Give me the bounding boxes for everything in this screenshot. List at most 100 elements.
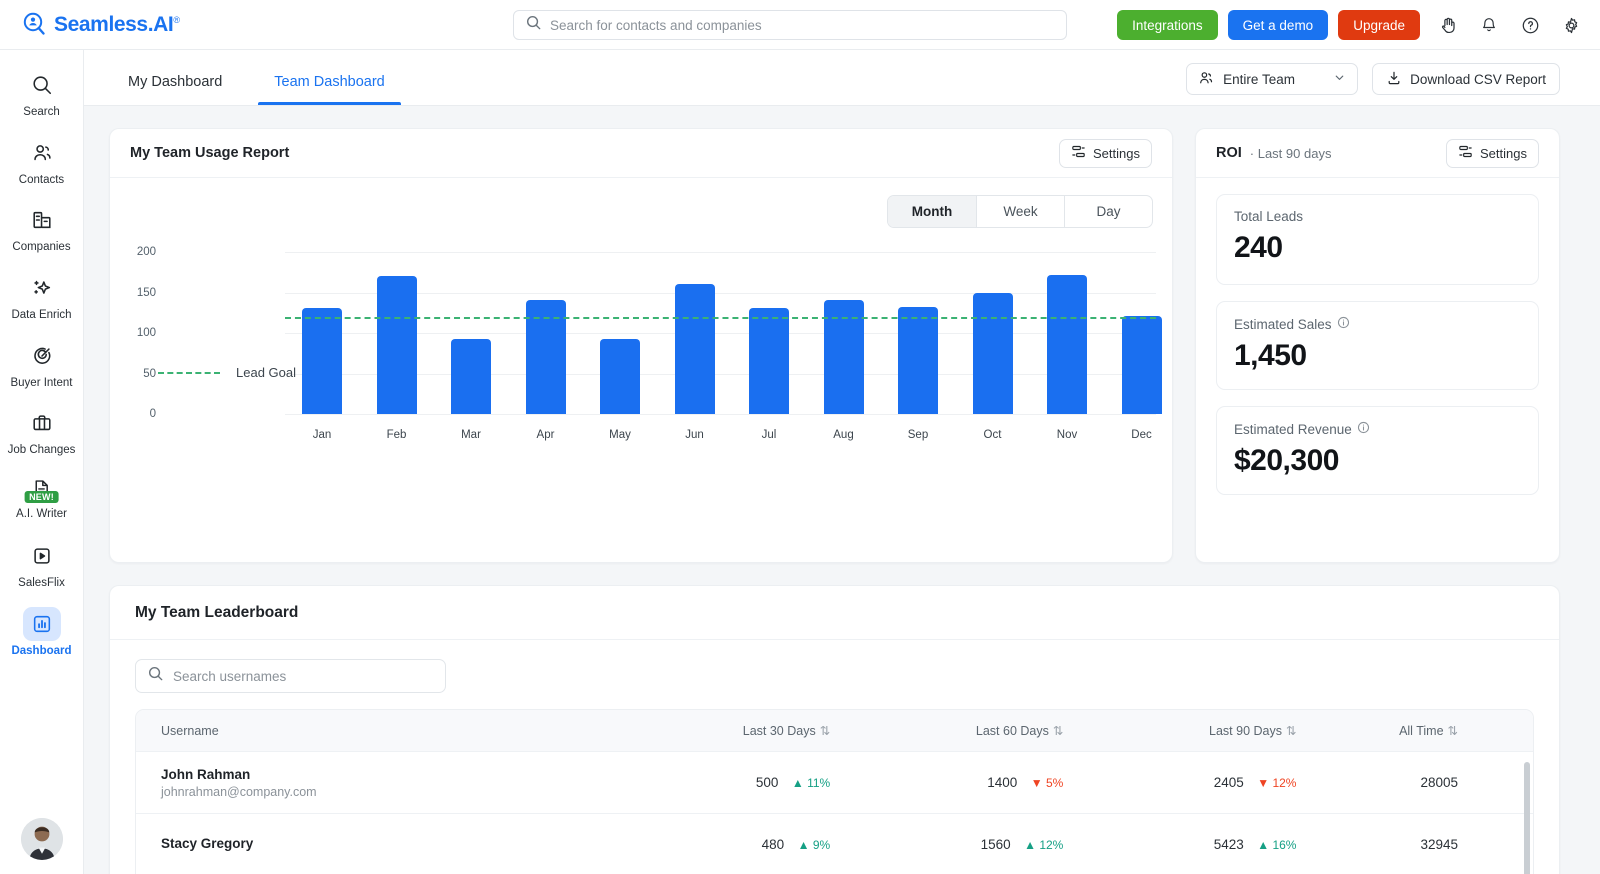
- sort-icon: ⇅: [1448, 724, 1458, 738]
- user-name: John Rahman: [161, 767, 627, 782]
- gear-icon[interactable]: [1558, 12, 1584, 38]
- brand-name: Seamless.AI®: [54, 13, 180, 37]
- tab-team-dashboard[interactable]: Team Dashboard: [268, 74, 390, 105]
- sidebar-item-label: Contacts: [19, 174, 64, 187]
- y-axis-tick: 50: [118, 368, 156, 380]
- sidebar-item-job-changes[interactable]: Job Changes: [0, 406, 84, 457]
- chevron-down-icon: [1333, 71, 1346, 87]
- briefcase-icon: [23, 406, 61, 440]
- sidebar-item-buyer-intent[interactable]: Buyer Intent: [0, 339, 84, 390]
- chart-gridline: [285, 414, 1156, 415]
- roi-tile-estimated-sales: Estimated Sales 1,450: [1216, 301, 1539, 390]
- chart-bar[interactable]: [451, 339, 491, 414]
- help-circle-icon[interactable]: [1517, 12, 1543, 38]
- hand-icon[interactable]: [1435, 12, 1461, 38]
- leaderboard-title: My Team Leaderboard: [135, 604, 298, 622]
- x-axis-tick: Jun: [660, 429, 730, 441]
- delta-down: ▼ 5%: [1031, 776, 1064, 790]
- table-row[interactable]: John Rahman johnrahman@company.com 500 ▲…: [136, 752, 1533, 814]
- column-last-30-days[interactable]: Last 30 Days⇅: [627, 710, 865, 752]
- leaderboard-table: Username Last 30 Days⇅ Last 60 Days⇅ Las…: [136, 710, 1533, 874]
- leaderboard-header: My Team Leaderboard: [110, 586, 1559, 640]
- top-header: Seamless.AI® Integrations Get a demo Upg…: [0, 0, 1600, 50]
- column-last-90-days[interactable]: Last 90 Days⇅: [1098, 710, 1336, 752]
- download-csv-button[interactable]: Download CSV Report: [1372, 63, 1560, 95]
- app-logo[interactable]: Seamless.AI®: [0, 12, 420, 37]
- cell-last-60-days: 1560 ▲ 12%: [865, 814, 1098, 874]
- table-row[interactable]: Stacy Gregory 480 ▲ 9% 1560 ▲ 12% 542: [136, 814, 1533, 874]
- sidebar-item-contacts[interactable]: Contacts: [0, 136, 84, 187]
- chart-gridline: [285, 252, 1156, 253]
- username-search-input[interactable]: [173, 669, 433, 684]
- chart-bar[interactable]: [600, 339, 640, 414]
- roi-tile-estimated-revenue: Estimated Revenue $20,300: [1216, 406, 1539, 495]
- integrations-button[interactable]: Integrations: [1117, 10, 1218, 40]
- table-body: John Rahman johnrahman@company.com 500 ▲…: [136, 752, 1533, 874]
- info-circle-icon[interactable]: [1357, 421, 1370, 437]
- chart-bar[interactable]: [1047, 275, 1087, 414]
- metric-value: 28005: [1420, 775, 1458, 790]
- roi-settings-button[interactable]: Settings: [1446, 139, 1539, 168]
- search-input[interactable]: [550, 18, 1054, 33]
- roi-tile-value: 240: [1234, 231, 1521, 265]
- cell-last-60-days: 1400 ▼ 5%: [865, 752, 1098, 814]
- global-search[interactable]: [513, 10, 1067, 40]
- team-select[interactable]: Entire Team: [1186, 63, 1358, 95]
- y-axis-tick: 100: [118, 327, 156, 339]
- chart-bar[interactable]: [973, 293, 1013, 415]
- chart-bar[interactable]: [1122, 316, 1162, 414]
- sparkle-icon: [23, 271, 61, 305]
- sort-icon: ⇅: [820, 724, 830, 738]
- sliders-icon: [1071, 144, 1086, 162]
- sidebar-item-companies[interactable]: Companies: [0, 203, 84, 254]
- roi-tile-label: Total Leads: [1234, 209, 1521, 224]
- team-select-label: Entire Team: [1223, 72, 1295, 87]
- upgrade-button[interactable]: Upgrade: [1338, 10, 1420, 40]
- roi-title: ROI: [1216, 145, 1242, 161]
- roi-subtitle: · Last 90 days: [1250, 146, 1332, 161]
- x-axis-tick: Mar: [436, 429, 506, 441]
- left-sidebar: Search Contacts Companies Data Enrich Bu…: [0, 50, 84, 874]
- get-a-demo-button[interactable]: Get a demo: [1228, 10, 1329, 40]
- sidebar-item-salesflix[interactable]: SalesFlix: [0, 539, 84, 590]
- sidebar-item-data-enrich[interactable]: Data Enrich: [0, 271, 84, 322]
- bell-icon[interactable]: [1476, 12, 1502, 38]
- sidebar-item-dashboard[interactable]: Dashboard: [0, 607, 84, 658]
- cell-username: John Rahman johnrahman@company.com: [136, 752, 627, 814]
- chart-bar[interactable]: [377, 276, 417, 414]
- info-circle-icon[interactable]: [1337, 316, 1350, 332]
- chart-bar[interactable]: [675, 284, 715, 414]
- table-header-row: Username Last 30 Days⇅ Last 60 Days⇅ Las…: [136, 710, 1533, 752]
- lead-goal-line: [285, 317, 1156, 319]
- download-csv-label: Download CSV Report: [1410, 72, 1546, 87]
- contacts-icon: [23, 136, 61, 170]
- x-axis-tick: Sep: [883, 429, 953, 441]
- usage-report-header: My Team Usage Report Settings: [110, 129, 1172, 178]
- range-month[interactable]: Month: [888, 196, 976, 227]
- search-icon: [23, 68, 61, 102]
- chart-bar[interactable]: [898, 307, 938, 414]
- chart-bar[interactable]: [749, 308, 789, 414]
- x-axis-tick: Jul: [734, 429, 804, 441]
- sidebar-item-search[interactable]: Search: [0, 68, 84, 119]
- sidebar-item-ai-writer[interactable]: NEW! A.I. Writer: [0, 474, 84, 521]
- table-header: Username Last 30 Days⇅ Last 60 Days⇅ Las…: [136, 710, 1533, 752]
- column-all-time[interactable]: All Time⇅: [1336, 710, 1533, 752]
- y-axis-tick: 0: [118, 408, 156, 420]
- username-search[interactable]: [135, 659, 446, 693]
- lead-goal-line-swatch: [158, 372, 220, 374]
- chart-bar[interactable]: [302, 308, 342, 414]
- leaderboard-table-wrap: Username Last 30 Days⇅ Last 60 Days⇅ Las…: [135, 709, 1534, 874]
- roi-card: ROI · Last 90 days Settings Total Leads …: [1195, 128, 1560, 563]
- tab-my-dashboard[interactable]: My Dashboard: [122, 74, 228, 105]
- range-day[interactable]: Day: [1064, 196, 1152, 227]
- sidebar-item-label: A.I. Writer: [16, 508, 67, 521]
- usage-settings-button[interactable]: Settings: [1059, 139, 1152, 168]
- dashboard-panels: My Team Usage Report Settings Month Week…: [84, 106, 1600, 563]
- table-scrollbar[interactable]: [1524, 762, 1530, 874]
- range-week[interactable]: Week: [976, 196, 1064, 227]
- search-icon: [526, 15, 541, 35]
- avatar[interactable]: [21, 818, 63, 860]
- x-axis-tick: Apr: [511, 429, 581, 441]
- column-last-60-days[interactable]: Last 60 Days⇅: [865, 710, 1098, 752]
